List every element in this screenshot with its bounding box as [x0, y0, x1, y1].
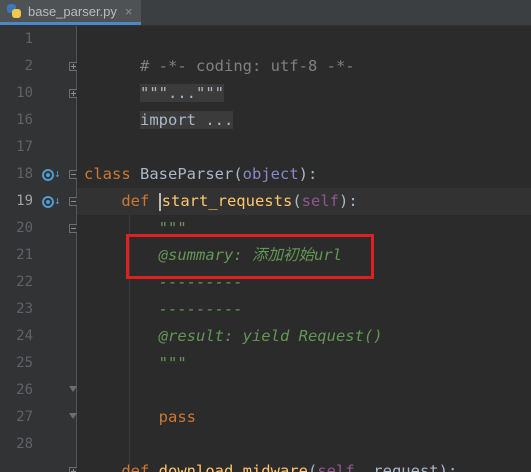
- line-number: 18: [16, 166, 33, 182]
- line-number: 16: [16, 112, 33, 128]
- function-name: download_midware: [158, 462, 308, 472]
- tab-bar: base_parser.py ×: [0, 0, 531, 26]
- params-rest: , request):: [354, 462, 458, 472]
- line-number: 20: [16, 220, 33, 236]
- line-number: 25: [16, 355, 33, 371]
- keyword-def: def: [121, 462, 159, 472]
- line-number: 23: [16, 301, 33, 317]
- line-number: 21: [16, 247, 33, 263]
- docstring-tag: @result:: [158, 327, 234, 345]
- editor-window: base_parser.py × 1 2 10 16 17 18 19 20 2…: [0, 0, 531, 472]
- base-class: object: [242, 165, 299, 183]
- line-number: 17: [16, 139, 33, 155]
- line-number: 22: [16, 274, 33, 290]
- close-icon[interactable]: ×: [125, 4, 133, 19]
- paren-open: (: [233, 165, 243, 183]
- self-param: self: [317, 462, 355, 472]
- line-number: 19: [16, 193, 33, 209]
- keyword-pass: pass: [158, 408, 196, 426]
- self-param: self: [301, 192, 339, 210]
- function-name: start_requests: [161, 192, 293, 210]
- code-line-29: def download_midware(self, request):: [84, 458, 457, 472]
- tab-base-parser[interactable]: base_parser.py ×: [0, 0, 141, 25]
- code-line-27: pass: [84, 404, 196, 431]
- code-line-1: # -*- coding: utf-8 -*-: [84, 26, 355, 75]
- line-number: 26: [16, 382, 33, 398]
- paren-open: (: [307, 462, 318, 472]
- folded-imports[interactable]: import ...: [140, 111, 234, 129]
- paren-close: ):: [338, 192, 358, 210]
- keyword-def: def: [121, 192, 159, 210]
- line-number: 24: [16, 328, 33, 344]
- class-name: BaseParser: [140, 165, 234, 183]
- override-marker-icon[interactable]: [42, 169, 54, 181]
- code-line-23: ---------: [84, 300, 243, 318]
- line-number: 1: [24, 31, 33, 47]
- highlight-box: [126, 234, 374, 279]
- code-line-18: class BaseParser(object):: [84, 161, 317, 188]
- python-file-icon: [6, 3, 22, 19]
- paren-close: ):: [298, 165, 318, 183]
- code-line-10: import ...: [84, 80, 234, 129]
- line-number: 28: [16, 436, 33, 452]
- code-line-19: def start_requests(self):: [84, 188, 358, 215]
- override-marker-icon[interactable]: [42, 196, 54, 208]
- code-line-24: @result: yield Request(): [84, 323, 383, 350]
- tab-label: base_parser.py: [28, 3, 117, 19]
- line-number: 2: [24, 58, 33, 74]
- paren-open: (: [292, 192, 302, 210]
- docstring-text: yield Request(): [233, 327, 383, 345]
- text-caret: [158, 192, 161, 211]
- line-gutter: 1 2 10 16 17 18 19 20 21 22 23 24 25 26 …: [0, 26, 78, 472]
- code-line-25: """: [84, 354, 187, 372]
- code-line-2: """...""": [84, 53, 224, 102]
- arrow-down-icon: ↓: [54, 167, 61, 180]
- arrow-down-icon: ↓: [54, 194, 61, 207]
- line-number: 27: [16, 409, 33, 425]
- keyword-class: class: [84, 165, 140, 183]
- line-number: 10: [16, 85, 33, 101]
